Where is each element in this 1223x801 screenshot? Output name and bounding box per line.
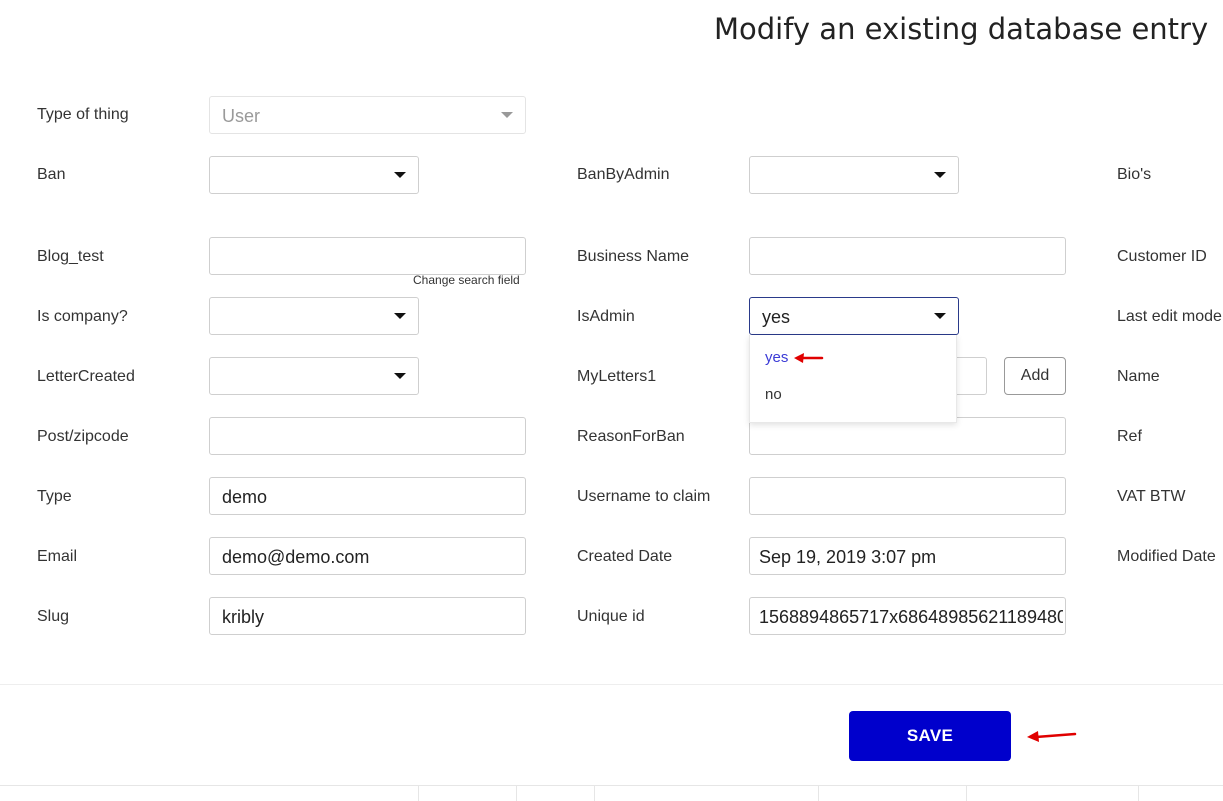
vat-btw-label: VAT BTW [1117,488,1186,505]
is-admin-dropdown-menu: yes no [749,335,957,423]
is-admin-value: yes [762,307,791,327]
column-separator [516,786,517,801]
chevron-down-icon [394,172,406,178]
is-admin-label: IsAdmin [577,308,635,325]
chevron-down-icon [394,313,406,319]
username-to-claim-input[interactable] [749,477,1066,515]
letter-created-label: LetterCreated [37,368,135,385]
type-of-thing-label: Type of thing [37,106,129,123]
slug-value: kribly [222,607,265,627]
blog-test-input[interactable] [209,237,526,275]
column-separator [594,786,595,801]
created-date-label: Created Date [577,548,673,565]
type-label: Type [37,488,72,505]
ban-by-admin-label: BanByAdmin [577,166,670,183]
blog-test-label: Blog_test [37,248,104,265]
chevron-down-icon [934,172,946,178]
created-date-input[interactable]: Sep 19, 2019 3:07 pm [749,537,1066,575]
customer-id-label: Customer ID [1117,248,1207,265]
red-arrow-icon [794,353,824,363]
dropdown-option-yes[interactable]: yes [765,349,788,366]
post-zipcode-label: Post/zipcode [37,428,129,445]
username-to-claim-label: Username to claim [577,488,711,505]
column-separator [1138,786,1139,801]
created-date-value: Sep 19, 2019 3:07 pm [759,547,937,567]
is-company-label: Is company? [37,308,128,325]
ban-by-admin-select[interactable] [749,156,959,194]
is-admin-select[interactable]: yes [749,297,959,335]
page-title: Modify an existing database entry [714,12,1209,46]
email-input[interactable]: demo@demo.com [209,537,526,575]
unique-id-input[interactable]: 1568894865717x686489856211894800 [749,597,1066,635]
red-arrow-icon [1027,731,1077,742]
slug-label: Slug [37,608,70,625]
reason-for-ban-label: ReasonForBan [577,428,685,445]
chevron-down-icon [934,313,946,319]
column-separator [966,786,967,801]
type-of-thing-select[interactable]: User [209,96,526,134]
save-button[interactable]: SAVE [849,711,1011,761]
business-name-input[interactable] [749,237,1066,275]
email-value: demo@demo.com [222,547,370,567]
ban-label: Ban [37,166,66,183]
column-separator [418,786,419,801]
type-value: demo [222,487,268,507]
last-edit-mode-label: Last edit mode [1117,308,1222,325]
business-name-label: Business Name [577,248,690,265]
ban-select[interactable] [209,156,419,194]
type-input[interactable]: demo [209,477,526,515]
background-table-strip [0,785,1223,801]
unique-id-label: Unique id [577,608,645,625]
name-label: Name [1117,368,1160,385]
my-letters1-label: MyLetters1 [577,368,657,385]
add-button[interactable]: Add [1004,357,1066,395]
is-company-select[interactable] [209,297,419,335]
modified-date-label: Modified Date [1117,548,1216,565]
letter-created-select[interactable] [209,357,419,395]
email-label: Email [37,548,78,565]
change-search-field-link[interactable]: Change search field [413,273,520,287]
type-of-thing-value: User [222,106,261,126]
slug-input[interactable]: kribly [209,597,526,635]
unique-id-value: 1568894865717x686489856211894800 [759,607,1063,627]
dropdown-option-no[interactable]: no [765,386,782,403]
post-zipcode-input[interactable] [209,417,526,455]
column-separator [818,786,819,801]
chevron-down-icon [501,112,513,118]
footer-divider [0,684,1223,685]
bios-label: Bio's [1117,166,1152,183]
ref-label: Ref [1117,428,1142,445]
chevron-down-icon [394,373,406,379]
